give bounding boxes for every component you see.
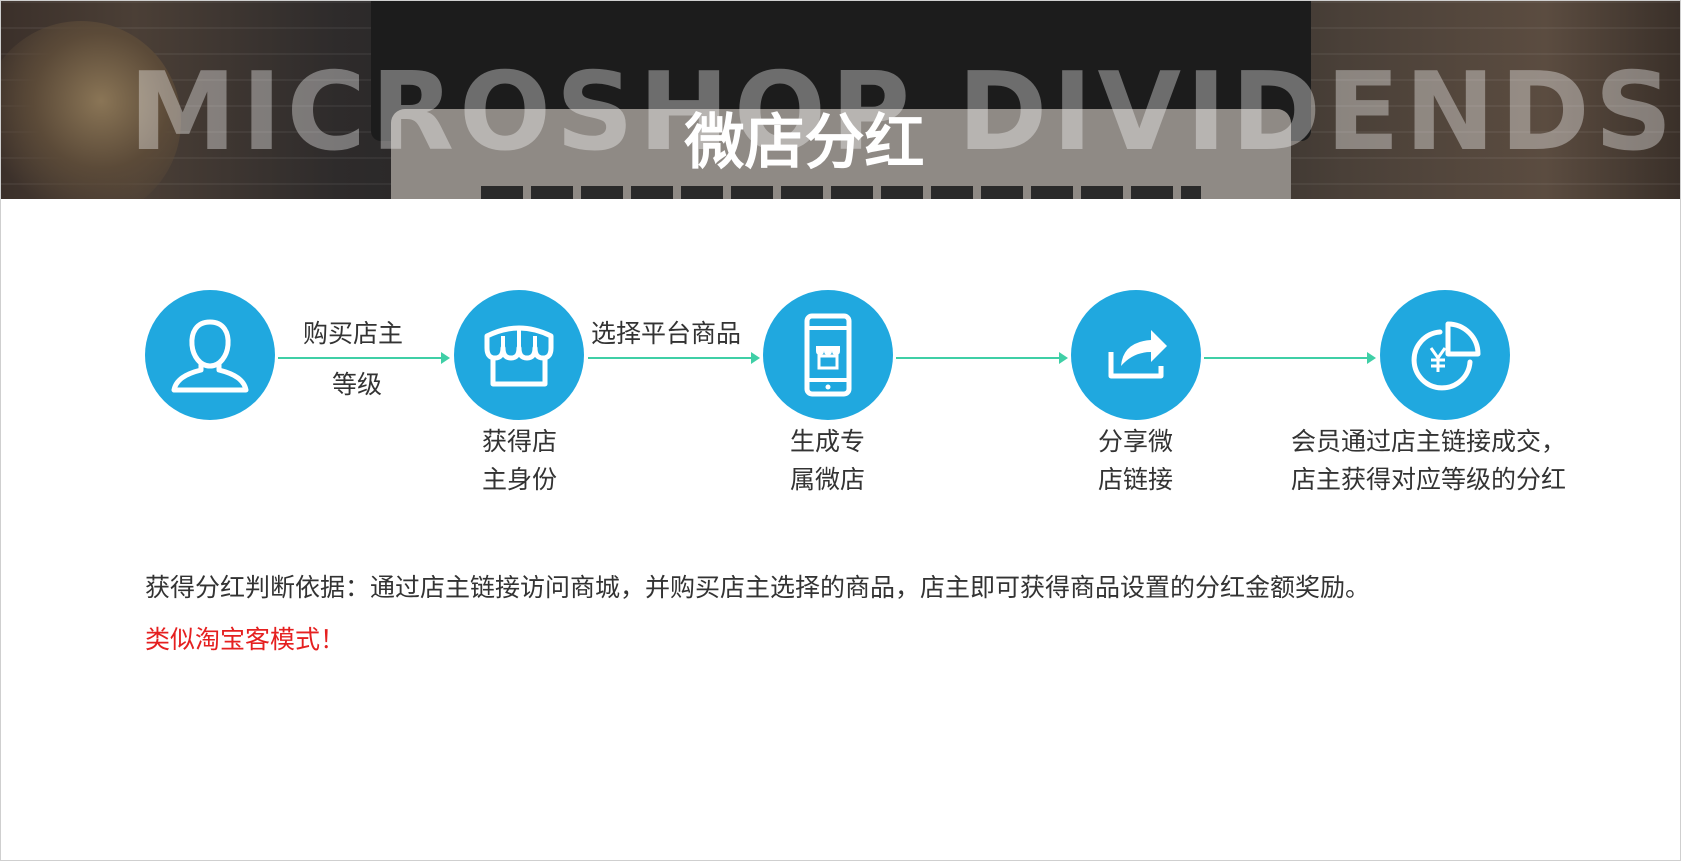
share-icon (1071, 290, 1201, 420)
header-banner: MICROSHOP DIVIDENDS 微店分红 (1, 1, 1680, 199)
step-5-label-line1: 会员通过店主链接成交， (1291, 427, 1567, 456)
yuan-chart-icon (1380, 290, 1510, 420)
step-3-label-line1: 生成专 (789, 427, 865, 456)
step-4-label-line2: 店链接 (1097, 465, 1173, 494)
arrow-label-1-line2: 等级 (332, 370, 383, 399)
arrow-label-2: 选择平台商品 (591, 319, 742, 348)
dividend-criteria-text: 获得分红判断依据：通过店主链接访问商城，并购买店主选择的商品，店主即可获得商品设… (145, 573, 1371, 602)
flow-arrow-3 (896, 352, 1068, 364)
flow-arrow-2 (588, 352, 760, 364)
step-4-label-line1: 分享微 (1097, 427, 1173, 456)
step-3-label-line2: 属微店 (789, 465, 865, 494)
storefront-icon (454, 290, 584, 420)
flow-arrow-1 (278, 352, 450, 364)
highlight-note: 类似淘宝客模式！ (145, 625, 346, 654)
step-5-label-line2: 店主获得对应等级的分红 (1291, 465, 1567, 494)
user-icon (145, 290, 275, 420)
mobile-shop-icon (763, 290, 893, 420)
step-2-label-line2: 主身份 (481, 465, 557, 494)
step-2-label-line1: 获得店 (481, 427, 557, 456)
flow-arrow-4 (1204, 352, 1376, 364)
banner-keys-image (481, 186, 1201, 199)
arrow-label-1-line1: 购买店主 (303, 319, 404, 348)
page-title: 微店分红 (684, 108, 925, 178)
